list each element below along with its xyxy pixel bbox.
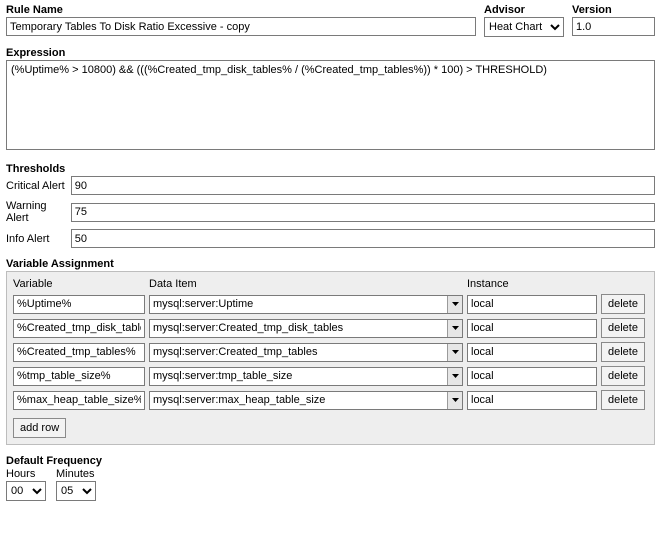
instance-input[interactable] (467, 367, 597, 386)
thresholds-label: Thresholds (6, 163, 655, 176)
dropdown-arrow-icon[interactable] (447, 392, 462, 409)
advisor-label: Advisor (484, 4, 564, 17)
col-header-variable: Variable (13, 278, 145, 290)
variable-row: delete (13, 366, 648, 386)
hours-label: Hours (6, 468, 46, 480)
expression-label: Expression (6, 47, 655, 60)
variable-row: delete (13, 294, 648, 314)
variable-assignment-label: Variable Assignment (6, 258, 655, 271)
variable-input[interactable] (13, 343, 145, 362)
dropdown-arrow-icon[interactable] (447, 344, 462, 361)
warning-alert-input[interactable] (71, 203, 655, 222)
data-item-input[interactable] (149, 367, 463, 386)
default-frequency-label: Default Frequency (6, 455, 655, 468)
delete-button[interactable]: delete (601, 390, 645, 410)
instance-input[interactable] (467, 295, 597, 314)
dropdown-arrow-icon[interactable] (447, 296, 462, 313)
delete-button[interactable]: delete (601, 318, 645, 338)
variable-row: delete (13, 390, 648, 410)
data-item-input[interactable] (149, 391, 463, 410)
delete-button[interactable]: delete (601, 342, 645, 362)
minutes-select[interactable]: 05 (56, 481, 96, 501)
expression-textarea[interactable] (6, 60, 655, 150)
critical-alert-label: Critical Alert (6, 180, 71, 192)
critical-alert-input[interactable] (71, 176, 655, 195)
info-alert-input[interactable] (71, 229, 655, 248)
add-row-button[interactable]: add row (13, 418, 66, 438)
data-item-input[interactable] (149, 295, 463, 314)
data-item-input[interactable] (149, 319, 463, 338)
info-alert-label: Info Alert (6, 233, 71, 245)
hours-select[interactable]: 00 (6, 481, 46, 501)
version-input[interactable] (572, 17, 655, 36)
instance-input[interactable] (467, 343, 597, 362)
delete-button[interactable]: delete (601, 294, 645, 314)
variable-assignment-table: Variable Data Item Instance delete delete… (6, 271, 655, 445)
variable-row: delete (13, 318, 648, 338)
dropdown-arrow-icon[interactable] (447, 368, 462, 385)
dropdown-arrow-icon[interactable] (447, 320, 462, 337)
version-label: Version (572, 4, 655, 17)
rule-name-label: Rule Name (6, 4, 476, 17)
col-header-data-item: Data Item (149, 278, 463, 290)
delete-button[interactable]: delete (601, 366, 645, 386)
advisor-select[interactable]: Heat Chart (484, 17, 564, 37)
variable-input[interactable] (13, 319, 145, 338)
minutes-label: Minutes (56, 468, 96, 480)
variable-row: delete (13, 342, 648, 362)
variable-input[interactable] (13, 295, 145, 314)
rule-name-input[interactable] (6, 17, 476, 36)
col-header-instance: Instance (467, 278, 597, 290)
data-item-input[interactable] (149, 343, 463, 362)
warning-alert-label: Warning Alert (6, 200, 71, 224)
instance-input[interactable] (467, 319, 597, 338)
variable-input[interactable] (13, 391, 145, 410)
instance-input[interactable] (467, 391, 597, 410)
variable-input[interactable] (13, 367, 145, 386)
